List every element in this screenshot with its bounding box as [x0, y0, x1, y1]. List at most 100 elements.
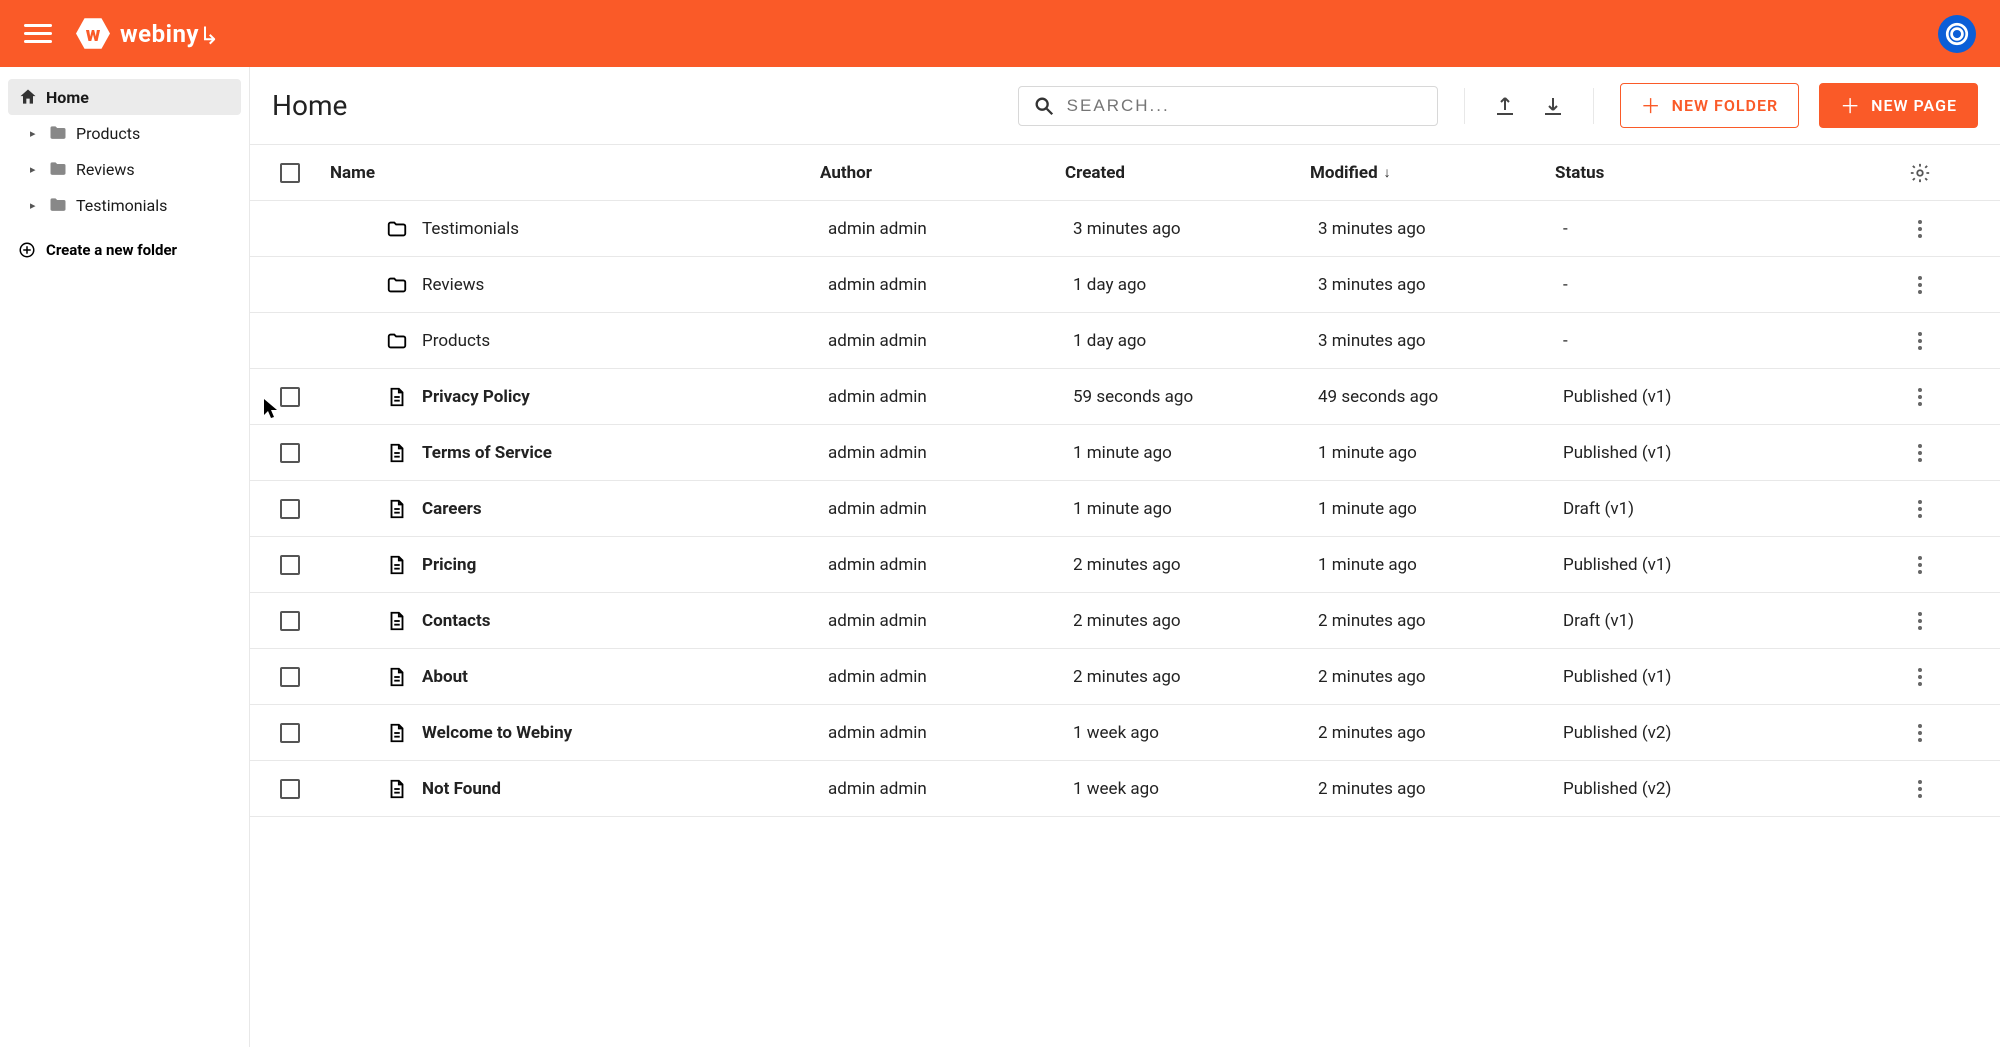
- sidebar-home-label: Home: [46, 88, 89, 107]
- sidebar-home[interactable]: Home: [8, 79, 241, 115]
- table-row[interactable]: Contactsadmin admin2 minutes ago2 minute…: [250, 593, 2000, 649]
- search-input[interactable]: [1065, 95, 1423, 117]
- toolbar: Home ＋ NEW FOLDER ＋: [250, 67, 2000, 145]
- menu-icon[interactable]: [24, 20, 52, 48]
- sidebar-item-label: Testimonials: [76, 196, 167, 215]
- brand-mark-icon: w: [76, 17, 110, 51]
- row-name: Terms of Service: [422, 443, 552, 463]
- row-checkbox[interactable]: [280, 611, 300, 631]
- row-actions-button[interactable]: [1875, 722, 1965, 744]
- row-name: About: [422, 667, 468, 687]
- folder-icon: [48, 159, 68, 179]
- page-icon: [386, 610, 408, 632]
- page-icon: [386, 554, 408, 576]
- brand-logo[interactable]: w webiny↳: [76, 17, 220, 51]
- row-actions-button[interactable]: [1875, 330, 1965, 352]
- row-name: Testimonials: [422, 219, 519, 239]
- table: Name Author Created Modified ↓ Status Te…: [250, 145, 2000, 1047]
- page-title: Home: [272, 89, 347, 122]
- table-settings-button[interactable]: [1875, 162, 1965, 184]
- page-icon: [386, 386, 408, 408]
- folder-outline-icon: [386, 218, 408, 240]
- folder-outline-icon: [386, 330, 408, 352]
- col-created[interactable]: Created: [1065, 163, 1310, 183]
- sidebar-item[interactable]: ▸ Reviews: [8, 151, 241, 187]
- download-icon: [1541, 94, 1565, 118]
- row-author: admin admin: [820, 443, 1065, 463]
- row-modified: 1 minute ago: [1310, 499, 1555, 519]
- page-icon: [386, 498, 408, 520]
- table-row[interactable]: Pricingadmin admin2 minutes ago1 minute …: [250, 537, 2000, 593]
- row-created: 1 minute ago: [1065, 499, 1310, 519]
- row-checkbox[interactable]: [280, 779, 300, 799]
- table-row[interactable]: Not Foundadmin admin1 week ago2 minutes …: [250, 761, 2000, 817]
- row-created: 2 minutes ago: [1065, 555, 1310, 575]
- row-checkbox[interactable]: [280, 499, 300, 519]
- table-row[interactable]: Careersadmin admin1 minute ago1 minute a…: [250, 481, 2000, 537]
- select-all-checkbox[interactable]: [280, 163, 300, 183]
- sidebar-item[interactable]: ▸ Testimonials: [8, 187, 241, 223]
- search-box[interactable]: [1018, 86, 1438, 126]
- col-name[interactable]: Name: [330, 163, 820, 183]
- row-actions-button[interactable]: [1875, 386, 1965, 408]
- download-button[interactable]: [1539, 92, 1567, 120]
- table-row[interactable]: Privacy Policyadmin admin59 seconds ago4…: [250, 369, 2000, 425]
- row-author: admin admin: [820, 611, 1065, 631]
- row-status: Published (v1): [1555, 443, 1875, 463]
- row-name: Not Found: [422, 779, 501, 799]
- row-actions-button[interactable]: [1875, 498, 1965, 520]
- row-modified: 3 minutes ago: [1310, 219, 1555, 239]
- table-row[interactable]: Terms of Serviceadmin admin1 minute ago1…: [250, 425, 2000, 481]
- row-checkbox[interactable]: [280, 667, 300, 687]
- table-row[interactable]: Productsadmin admin1 day ago3 minutes ag…: [250, 313, 2000, 369]
- table-row[interactable]: Testimonialsadmin admin3 minutes ago3 mi…: [250, 201, 2000, 257]
- row-actions-button[interactable]: [1875, 554, 1965, 576]
- row-actions-button[interactable]: [1875, 218, 1965, 240]
- row-status: -: [1555, 275, 1875, 295]
- row-actions-button[interactable]: [1875, 666, 1965, 688]
- row-created: 59 seconds ago: [1065, 387, 1310, 407]
- create-folder-button[interactable]: Create a new folder: [8, 231, 241, 269]
- row-checkbox[interactable]: [280, 723, 300, 743]
- row-status: Published (v2): [1555, 779, 1875, 799]
- upload-button[interactable]: [1491, 92, 1519, 120]
- search-icon: [1033, 95, 1055, 117]
- new-folder-button[interactable]: ＋ NEW FOLDER: [1620, 83, 1799, 128]
- new-page-button[interactable]: ＋ NEW PAGE: [1819, 83, 1978, 128]
- table-row[interactable]: Aboutadmin admin2 minutes ago2 minutes a…: [250, 649, 2000, 705]
- page-icon: [386, 666, 408, 688]
- row-author: admin admin: [820, 331, 1065, 351]
- row-modified: 2 minutes ago: [1310, 723, 1555, 743]
- col-status[interactable]: Status: [1555, 163, 1875, 183]
- row-created: 1 minute ago: [1065, 443, 1310, 463]
- page-icon: [386, 442, 408, 464]
- row-actions-button[interactable]: [1875, 442, 1965, 464]
- row-actions-button[interactable]: [1875, 610, 1965, 632]
- more-vert-icon: [1917, 666, 1923, 688]
- more-vert-icon: [1917, 722, 1923, 744]
- more-vert-icon: [1917, 778, 1923, 800]
- page-icon: [386, 778, 408, 800]
- row-modified: 49 seconds ago: [1310, 387, 1555, 407]
- col-author[interactable]: Author: [820, 163, 1065, 183]
- row-modified: 2 minutes ago: [1310, 611, 1555, 631]
- row-status: Published (v1): [1555, 667, 1875, 687]
- sidebar-item[interactable]: ▸ Products: [8, 115, 241, 151]
- table-row[interactable]: Reviewsadmin admin1 day ago3 minutes ago…: [250, 257, 2000, 313]
- row-checkbox[interactable]: [280, 387, 300, 407]
- folder-icon: [48, 195, 68, 215]
- user-avatar[interactable]: [1938, 15, 1976, 53]
- sidebar-item-label: Products: [76, 124, 140, 143]
- plus-circle-icon: [18, 241, 36, 259]
- row-checkbox[interactable]: [280, 443, 300, 463]
- row-name: Welcome to Webiny: [422, 723, 572, 743]
- row-actions-button[interactable]: [1875, 274, 1965, 296]
- caret-right-icon: ▸: [30, 163, 40, 176]
- new-page-label: NEW PAGE: [1871, 96, 1957, 115]
- row-checkbox[interactable]: [280, 555, 300, 575]
- col-modified[interactable]: Modified ↓: [1310, 163, 1555, 183]
- row-actions-button[interactable]: [1875, 778, 1965, 800]
- table-row[interactable]: Welcome to Webinyadmin admin1 week ago2 …: [250, 705, 2000, 761]
- caret-right-icon: ▸: [30, 127, 40, 140]
- folder-outline-icon: [386, 274, 408, 296]
